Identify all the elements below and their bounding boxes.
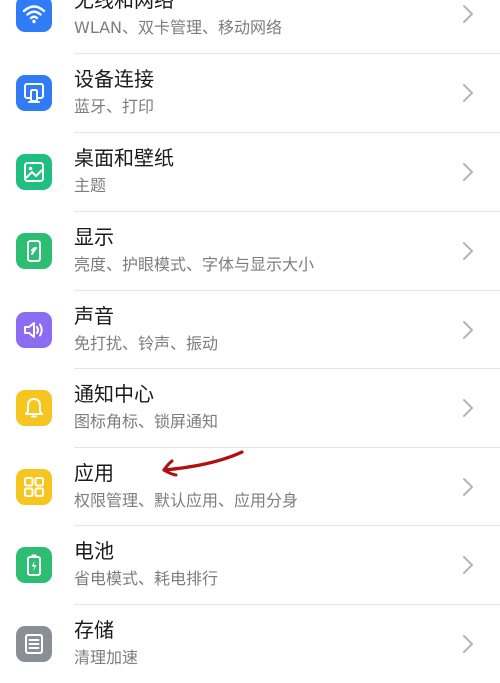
wifi-icon [16,0,52,32]
settings-item-title: 桌面和壁纸 [74,146,174,170]
settings-item-subtitle: 亮度、护眼模式、字体与显示大小 [74,255,315,274]
settings-item-sound[interactable]: 声音 免打扰、铃声、振动 [0,291,500,369]
chevron-right-icon [460,2,476,26]
settings-item-subtitle: 蓝牙、打印 [74,97,155,116]
bell-icon [16,390,52,426]
settings-item-wireless-network[interactable]: 无线和网络 WLAN、双卡管理、移动网络 [0,0,500,53]
settings-item-subtitle: 主题 [74,176,107,195]
chevron-right-icon [460,553,476,577]
device-connection-icon [16,75,52,111]
settings-item-subtitle: WLAN、双卡管理、移动网络 [74,18,283,37]
settings-item-desktop-wallpaper[interactable]: 桌面和壁纸 主题 [0,133,500,211]
settings-item-title: 显示 [74,225,114,249]
settings-item-subtitle: 省电模式、耗电排行 [74,569,219,588]
settings-item-subtitle: 图标角标、锁屏通知 [74,412,219,431]
settings-item-subtitle: 清理加速 [74,648,139,667]
chevron-right-icon [460,632,476,656]
settings-item-title: 应用 [74,461,114,485]
settings-item-title: 无线和网络 [74,0,174,12]
settings-item-title: 通知中心 [74,382,154,406]
settings-list: 无线和网络 WLAN、双卡管理、移动网络 设备连接 蓝牙、打印 桌面和壁纸 主题… [0,0,500,683]
settings-item-title: 设备连接 [74,67,154,91]
storage-icon [16,626,52,662]
chevron-right-icon [460,239,476,263]
settings-item-apps[interactable]: 应用 权限管理、默认应用、应用分身 [0,448,500,526]
settings-item-device-connection[interactable]: 设备连接 蓝牙、打印 [0,54,500,132]
battery-icon [16,547,52,583]
settings-item-title: 存储 [74,618,114,642]
settings-item-subtitle: 权限管理、默认应用、应用分身 [74,491,299,510]
settings-item-storage[interactable]: 存储 清理加速 [0,605,500,683]
display-icon [16,233,52,269]
settings-item-notification-center[interactable]: 通知中心 图标角标、锁屏通知 [0,369,500,447]
settings-item-battery[interactable]: 电池 省电模式、耗电排行 [0,526,500,604]
sound-icon [16,312,52,348]
settings-item-subtitle: 免打扰、铃声、振动 [74,334,219,353]
chevron-right-icon [460,81,476,105]
chevron-right-icon [460,160,476,184]
chevron-right-icon [460,396,476,420]
chevron-right-icon [460,475,476,499]
chevron-right-icon [460,318,476,342]
apps-grid-icon [16,469,52,505]
wallpaper-icon [16,154,52,190]
settings-item-title: 电池 [74,539,114,563]
settings-item-display[interactable]: 显示 亮度、护眼模式、字体与显示大小 [0,212,500,290]
settings-item-title: 声音 [74,304,114,328]
